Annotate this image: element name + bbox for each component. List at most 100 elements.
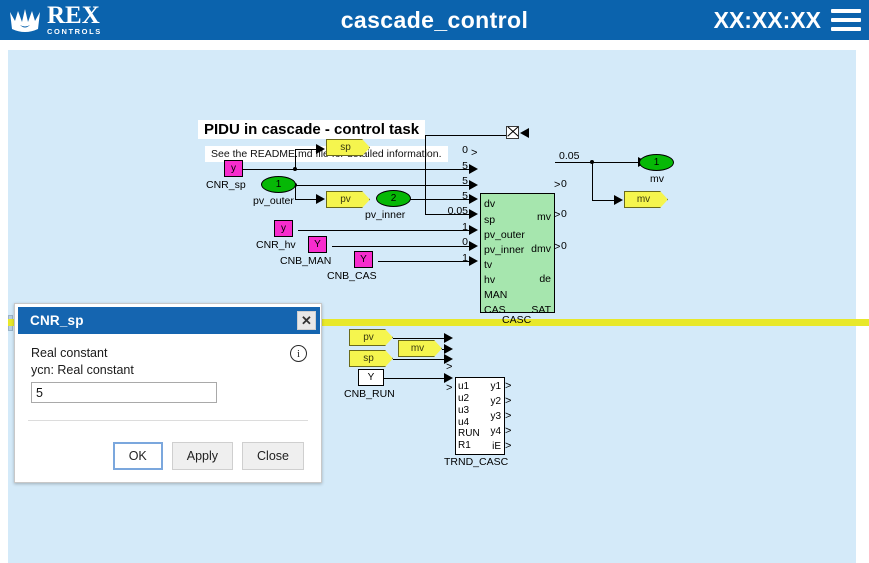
logo-subtitle: CONTROLS <box>47 27 102 37</box>
close-button[interactable]: Close <box>242 442 304 470</box>
trnd-output-y4: y4 <box>490 426 501 437</box>
arrow-to-mv-tag <box>614 195 623 205</box>
block-cnr-sp[interactable]: y <box>224 160 243 177</box>
parameter-dialog[interactable]: CNR_sp ✕ Real constant ycn: Real constan… <box>14 303 322 483</box>
trnd-input-r1: R1 <box>458 440 471 451</box>
tag-pv[interactable]: pv <box>326 191 370 208</box>
tag-sp-trend[interactable]: sp <box>349 350 393 367</box>
app-header: REX CONTROLS cascade_control XX:XX:XX <box>0 0 869 40</box>
tag-mv-trend[interactable]: mv <box>398 340 442 357</box>
casc-out-value-mv: 0.05 <box>559 150 580 162</box>
arrow-casc-pv-inner <box>469 194 478 204</box>
wire-mv-branch-v <box>592 162 593 200</box>
wire-cnr-sp <box>243 169 471 170</box>
trnd-input-u1: u1 <box>458 381 470 392</box>
trnd-output-y3: y3 <box>490 411 501 422</box>
function-block-trnd-label: TRND_CASC <box>444 456 509 468</box>
casc-value-tv: 0.05 <box>447 205 468 217</box>
hamburger-menu-icon[interactable] <box>831 9 861 31</box>
wire-trend-u1 <box>393 338 446 339</box>
casc-value-pv-outer: 5 <box>462 175 468 187</box>
block-pv-inner[interactable]: 2 <box>376 190 411 207</box>
casc-value-dv: 0 <box>462 144 468 156</box>
dialog-description: Real constant <box>31 346 108 360</box>
junction-sp <box>293 167 297 171</box>
block-cnr-sp-label: CNR_sp <box>206 179 246 191</box>
tag-pv-trend-label: pv <box>363 332 374 343</box>
hamburger-bar-3 <box>831 27 861 31</box>
block-pv-outer-label: pv_outer <box>253 195 294 207</box>
pin-trnd-y1: > <box>505 380 512 392</box>
tag-sp-trend-label: sp <box>363 353 374 364</box>
hamburger-bar-1 <box>831 9 861 13</box>
tag-sp-label: sp <box>340 142 351 153</box>
arrow-casc-sp <box>469 164 478 174</box>
block-cnr-sp-symbol: y <box>231 163 236 174</box>
wire-pv-branch-h <box>295 199 317 200</box>
block-cnb-man-symbol: Y <box>314 239 321 250</box>
block-cnb-cas-symbol: Y <box>360 254 367 265</box>
function-block-trnd[interactable]: u1 u2 u3 u4 RUN R1 y1 y2 y3 y4 iE <box>455 377 505 455</box>
block-cnb-run[interactable]: Y <box>358 369 384 386</box>
arrow-casc-tv <box>469 209 478 219</box>
arrow-casc-man <box>469 241 478 251</box>
block-cnb-man-label: CNB_MAN <box>280 255 332 267</box>
tag-sp[interactable]: sp <box>326 139 370 156</box>
block-cnb-man[interactable]: Y <box>308 236 327 253</box>
casc-output-mv: mv <box>537 211 551 223</box>
tag-mv[interactable]: mv <box>624 191 668 208</box>
block-mv-output[interactable]: 1 <box>639 154 674 171</box>
casc-input-pv-inner: pv_inner <box>484 244 525 256</box>
block-pv-outer[interactable]: 1 <box>261 176 296 193</box>
casc-value-pv-inner: 5 <box>462 190 468 202</box>
dialog-titlebar: CNR_sp ✕ <box>18 307 320 334</box>
arrow-casc-hv <box>469 225 478 235</box>
wire-mv-branch-h <box>592 200 614 201</box>
ok-button[interactable]: OK <box>112 442 163 470</box>
close-icon[interactable]: ✕ <box>297 311 316 330</box>
application-window: REX CONTROLS cascade_control XX:XX:XX PI… <box>0 0 869 563</box>
function-block-casc[interactable]: dv sp pv_outer pv_inner tv hv MAN CAS mv… <box>480 193 555 316</box>
pin-trnd-ie: > <box>505 440 512 452</box>
casc-out-value-sat: 0 <box>561 240 567 252</box>
casc-input-hv: hv <box>484 274 496 286</box>
arrow-to-sp-tag <box>316 144 325 154</box>
logo-title: REX <box>47 2 100 30</box>
trnd-output-y1: y1 <box>490 381 501 392</box>
dialog-body: Real constant ycn: Real constant i <box>18 334 320 446</box>
arrow-to-pv-tag <box>316 194 325 204</box>
rex-controls-logo[interactable]: REX CONTROLS <box>8 2 148 38</box>
arrow-trend-u1 <box>444 333 453 343</box>
casc-input-man: MAN <box>484 289 508 301</box>
casc-value-sp: 5 <box>462 160 468 172</box>
pin-trnd-y3: > <box>505 410 512 422</box>
apply-button[interactable]: Apply <box>171 442 234 470</box>
trnd-output-ie: iE <box>492 441 501 452</box>
trnd-input-run: RUN <box>458 428 480 439</box>
wire-sp-branch-h <box>295 149 317 150</box>
casc-input-pv-outer: pv_outer <box>484 229 525 241</box>
wire-trend-run <box>384 378 446 379</box>
block-cnb-run-symbol: Y <box>367 372 375 383</box>
wire-tv-vertical <box>425 135 426 214</box>
tag-pv-trend[interactable]: pv <box>349 329 393 346</box>
wire-trend-u3 <box>393 359 446 360</box>
info-icon[interactable]: i <box>290 345 307 362</box>
pin-casc-dmv: > <box>554 179 561 191</box>
block-pv-inner-label: pv_inner <box>365 209 406 221</box>
tag-mv-trend-label: mv <box>410 343 425 354</box>
block-cnr-hv[interactable]: y <box>274 220 293 237</box>
block-cnb-cas[interactable]: Y <box>354 251 373 268</box>
casc-output-sat: SAT <box>531 304 551 316</box>
arrow-terminator <box>520 128 529 138</box>
casc-value-hv: 1 <box>462 221 468 233</box>
block-cnb-cas-label: CNB_CAS <box>327 270 377 282</box>
block-cnb-run-label: CNB_RUN <box>344 388 395 400</box>
pin-trnd-y2: > <box>505 395 512 407</box>
trnd-input-u3: u3 <box>458 405 470 416</box>
tag-pv-label: pv <box>340 194 351 205</box>
casc-input-tv: tv <box>484 259 493 271</box>
terminator-x-icon <box>506 126 519 139</box>
tag-mv-label: mv <box>636 194 651 205</box>
param-value-input[interactable] <box>31 382 217 403</box>
